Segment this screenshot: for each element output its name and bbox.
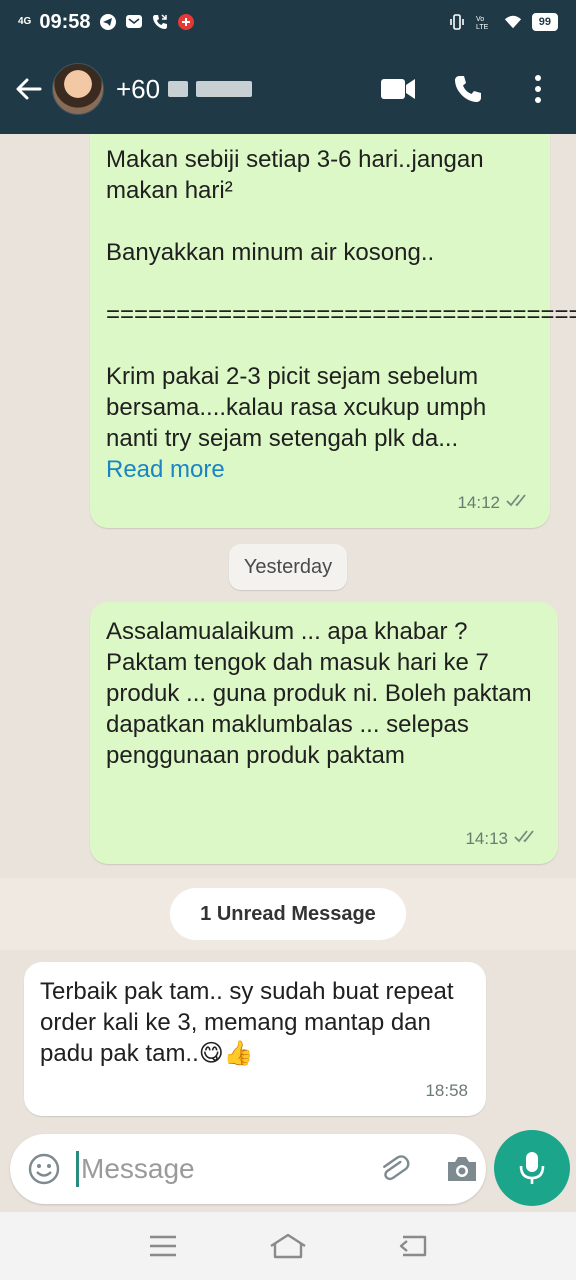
message-input[interactable] [76, 1151, 346, 1187]
status-time: 09:58 [39, 10, 91, 33]
chat-header: +60 [0, 44, 576, 134]
mic-button[interactable] [494, 1130, 570, 1206]
home-icon[interactable] [268, 1226, 308, 1266]
message-text: Terbaik pak tam.. sy sudah buat repeat o… [40, 978, 461, 1067]
system-nav-bar [0, 1212, 576, 1280]
message-composer [10, 1134, 486, 1204]
date-separator: Yesterday [229, 544, 347, 590]
status-bar: 4G 09:58 Vo LTE 99 [0, 0, 576, 44]
message-bubble-incoming[interactable]: Terbaik pak tam.. sy sudah buat repeat o… [24, 962, 486, 1116]
message-text: Assalamualaikum ... apa khabar ? Paktam … [106, 618, 539, 769]
mic-icon [519, 1152, 545, 1184]
message-icon [125, 13, 143, 31]
message-bubble-outgoing[interactable]: Makan sebiji setiap 3-6 hari..jangan mak… [90, 134, 576, 528]
contact-avatar[interactable] [52, 63, 104, 115]
video-call-icon[interactable] [380, 71, 416, 107]
attach-icon[interactable] [374, 1149, 414, 1189]
back-nav-icon[interactable] [393, 1226, 433, 1266]
network-type: 4G [18, 16, 32, 27]
message-meta: 14:12 [457, 487, 532, 518]
menu-icon[interactable] [143, 1226, 183, 1266]
svg-text:Vo: Vo [476, 16, 484, 23]
double-check-icon [506, 487, 532, 518]
unread-messages-badge: 1 Unread Message [170, 888, 406, 940]
missed-call-icon [151, 13, 169, 31]
telegram-icon [99, 13, 117, 31]
message-bubble-outgoing[interactable]: Assalamualaikum ... apa khabar ? Paktam … [90, 602, 558, 864]
more-vert-icon[interactable] [520, 71, 556, 107]
volte-icon: Vo LTE [476, 13, 494, 31]
message-meta: 18:58 [425, 1075, 468, 1106]
read-more-link[interactable]: Read more [106, 454, 534, 485]
chat-area[interactable]: Makan sebiji setiap 3-6 hari..jangan mak… [0, 134, 576, 1130]
message-time: 14:12 [457, 493, 500, 512]
emoji-icon[interactable] [24, 1149, 64, 1189]
message-time: 14:13 [465, 829, 508, 848]
redacted-number [196, 81, 253, 97]
voice-call-icon[interactable] [450, 71, 486, 107]
double-check-icon [514, 823, 540, 854]
contact-info[interactable]: +60 [116, 74, 253, 105]
svg-text:LTE: LTE [476, 24, 489, 31]
contact-name[interactable]: +60 [116, 74, 160, 105]
notification-icon [177, 13, 195, 31]
vibrate-icon [448, 13, 466, 31]
wifi-icon [504, 13, 522, 31]
camera-icon[interactable] [442, 1149, 482, 1189]
battery-icon: 99 [531, 13, 558, 31]
message-meta: 14:13 [465, 823, 540, 854]
message-text: Makan sebiji setiap 3-6 hari..jangan mak… [106, 146, 576, 452]
message-time: 18:58 [425, 1081, 468, 1100]
redacted-number [168, 81, 189, 97]
back-arrow-icon[interactable] [6, 66, 52, 112]
